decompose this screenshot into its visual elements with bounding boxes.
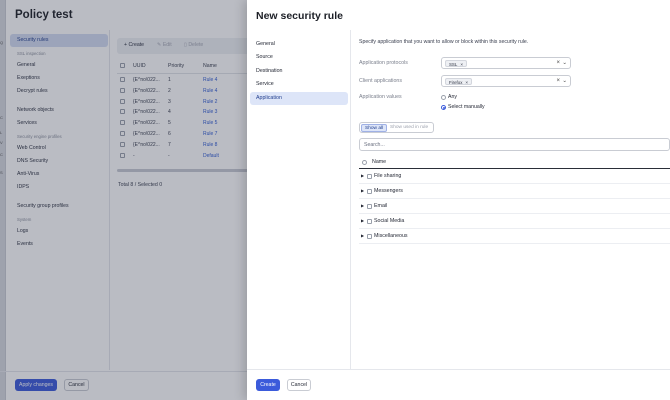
drawer-nav-item[interactable]: Application	[250, 91, 348, 105]
list-item[interactable]: ▶ Social Media	[359, 214, 670, 229]
drawer-nav-item[interactable]: Service	[250, 78, 348, 91]
list-item[interactable]: ▶ Messengers	[359, 184, 670, 199]
new-security-rule-drawer: New security rule General Source Destinati…	[247, 0, 670, 400]
drawer-nav-item[interactable]: Destination	[250, 65, 348, 78]
caret-right-icon[interactable]: ▶	[361, 188, 364, 193]
radio-label: Any	[448, 94, 457, 100]
close-icon[interactable]: ×	[556, 78, 560, 84]
list-item-label: Miscellaneous	[374, 233, 408, 239]
list-item-label: Messengers	[374, 188, 403, 194]
list-header: Name	[359, 156, 670, 169]
caret-right-icon[interactable]: ▶	[361, 203, 364, 208]
list-item[interactable]: ▶ Email	[359, 199, 670, 214]
protocol-tag: SSL ×	[445, 60, 467, 67]
list-item-label: Email	[374, 203, 388, 209]
application-list: Name ▶ File sharing ▶ Messengers ▶ Email ▶ Soci…	[359, 156, 670, 244]
list-item-label: Social Media	[374, 218, 405, 224]
tag-label: Firefox	[449, 80, 463, 85]
row-checkbox[interactable]	[367, 173, 373, 179]
caret-right-icon[interactable]: ▶	[361, 233, 364, 238]
app-values-label: Application values	[359, 94, 402, 100]
divider	[350, 30, 351, 370]
chevron-down-icon[interactable]: ⌄	[562, 60, 567, 66]
form-intro: Specify application that you want to all…	[359, 39, 529, 45]
caret-right-icon[interactable]: ▶	[361, 218, 364, 223]
drawer-title: New security rule	[256, 10, 343, 22]
select-all-checkbox[interactable]	[362, 160, 368, 166]
drawer-nav-item[interactable]: Source	[250, 51, 348, 64]
show-used-toggle[interactable]: Show used in rule	[387, 124, 431, 132]
radio-button[interactable]	[441, 105, 446, 110]
client-apps-select[interactable]: Firefox × × ⌄	[441, 75, 571, 87]
divider	[247, 369, 670, 370]
list-item-label: File sharing	[374, 173, 402, 179]
close-icon[interactable]: ×	[465, 80, 468, 85]
create-button[interactable]: Create	[256, 379, 280, 391]
radio-label: Select manually	[448, 104, 485, 110]
drawer-nav: General Source Destination Service Applicati…	[250, 38, 348, 105]
search-input[interactable]	[360, 139, 650, 150]
row-checkbox[interactable]	[367, 218, 373, 224]
list-filter-toggle: Show all Show used in rule	[359, 122, 434, 133]
drawer-nav-item[interactable]: General	[250, 38, 348, 51]
client-apps-label: Client applications	[359, 78, 402, 84]
cancel-button[interactable]: Cancel	[287, 379, 311, 391]
search-box	[359, 138, 670, 151]
row-checkbox[interactable]	[367, 188, 373, 194]
close-icon[interactable]: ×	[460, 62, 463, 67]
tag-label: SSL	[449, 62, 458, 67]
show-all-toggle[interactable]: Show all	[361, 124, 388, 132]
close-icon[interactable]: ×	[556, 60, 560, 66]
row-checkbox[interactable]	[367, 203, 373, 209]
list-item[interactable]: ▶ Miscellaneous	[359, 229, 670, 244]
client-app-tag: Firefox ×	[445, 78, 473, 85]
row-checkbox[interactable]	[367, 233, 373, 239]
protocols-select[interactable]: SSL × × ⌄	[441, 57, 571, 69]
radio-button[interactable]	[441, 95, 446, 100]
chevron-down-icon[interactable]: ⌄	[562, 78, 567, 84]
protocols-label: Application protocols	[359, 60, 408, 66]
list-item[interactable]: ▶ File sharing	[359, 169, 670, 184]
column-header-name: Name	[372, 159, 387, 165]
caret-right-icon[interactable]: ▶	[361, 173, 364, 178]
